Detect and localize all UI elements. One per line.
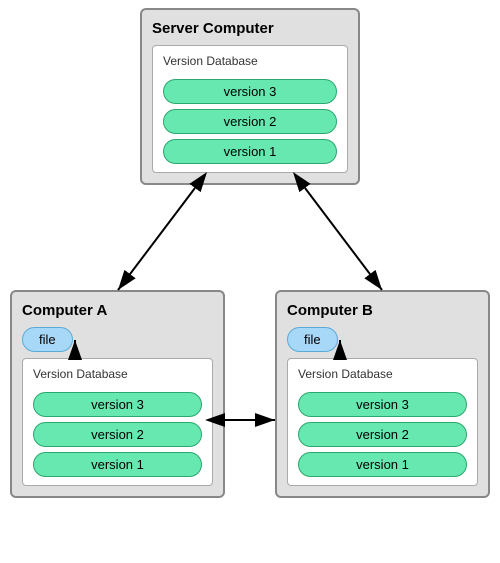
computer-a-version-3: version 3 [33, 392, 202, 417]
server-computer-box: Server Computer Version Database version… [140, 8, 360, 185]
server-title: Server Computer [152, 20, 348, 37]
computer-a-file: file [22, 327, 73, 352]
computer-b-box: Computer B file Version Database version… [275, 290, 490, 498]
arrow-server-to-a [118, 188, 195, 290]
computer-b-db-label: Version Database [298, 367, 467, 381]
computer-b-file: file [287, 327, 338, 352]
computer-b-version-3: version 3 [298, 392, 467, 417]
server-db-label: Version Database [163, 54, 337, 68]
diagram-container: Server Computer Version Database version… [0, 0, 500, 563]
server-version-db: Version Database version 3 version 2 ver… [152, 45, 348, 173]
computer-b-version-db: Version Database version 3 version 2 ver… [287, 358, 478, 486]
computer-a-version-1: version 1 [33, 452, 202, 477]
server-version-1: version 1 [163, 139, 337, 164]
arrow-server-to-b [305, 188, 382, 290]
computer-a-db-label: Version Database [33, 367, 202, 381]
server-version-3: version 3 [163, 79, 337, 104]
server-version-2: version 2 [163, 109, 337, 134]
computer-b-version-1: version 1 [298, 452, 467, 477]
computer-b-title: Computer B [287, 302, 478, 319]
computer-a-title: Computer A [22, 302, 213, 319]
computer-b-version-2: version 2 [298, 422, 467, 447]
computer-a-box: Computer A file Version Database version… [10, 290, 225, 498]
computer-a-version-2: version 2 [33, 422, 202, 447]
computer-a-version-db: Version Database version 3 version 2 ver… [22, 358, 213, 486]
